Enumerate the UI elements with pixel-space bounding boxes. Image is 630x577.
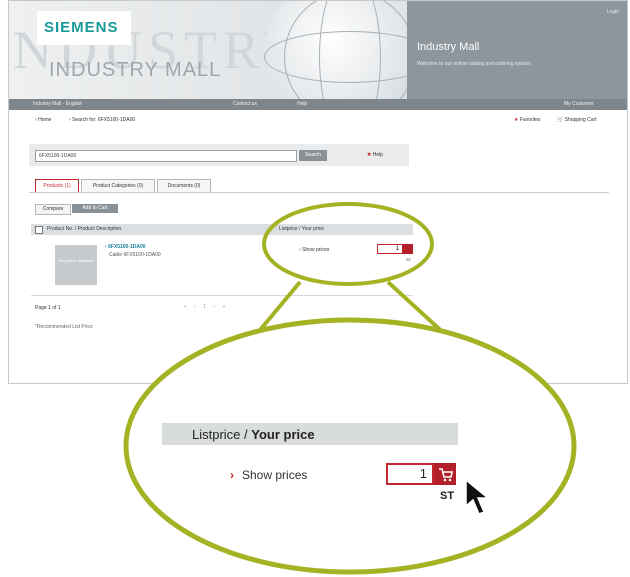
- zoom-unit-label: ST: [440, 490, 455, 502]
- mouse-cursor-icon: [465, 478, 491, 515]
- zoom-ellipse-large: [123, 317, 577, 575]
- zoom-quantity-input[interactable]: 1: [386, 463, 434, 485]
- zoom-callout-overlay: [123, 202, 577, 575]
- highlight-ellipse-small: [262, 202, 434, 286]
- zoom-add-to-cart-icon[interactable]: [434, 463, 456, 485]
- chevron-right-icon: ›: [230, 468, 234, 482]
- cart-icon: [439, 468, 453, 482]
- zoom-show-prices-link[interactable]: › Show prices: [230, 468, 307, 482]
- zoom-price-header-text: Listprice / Your price: [192, 427, 315, 442]
